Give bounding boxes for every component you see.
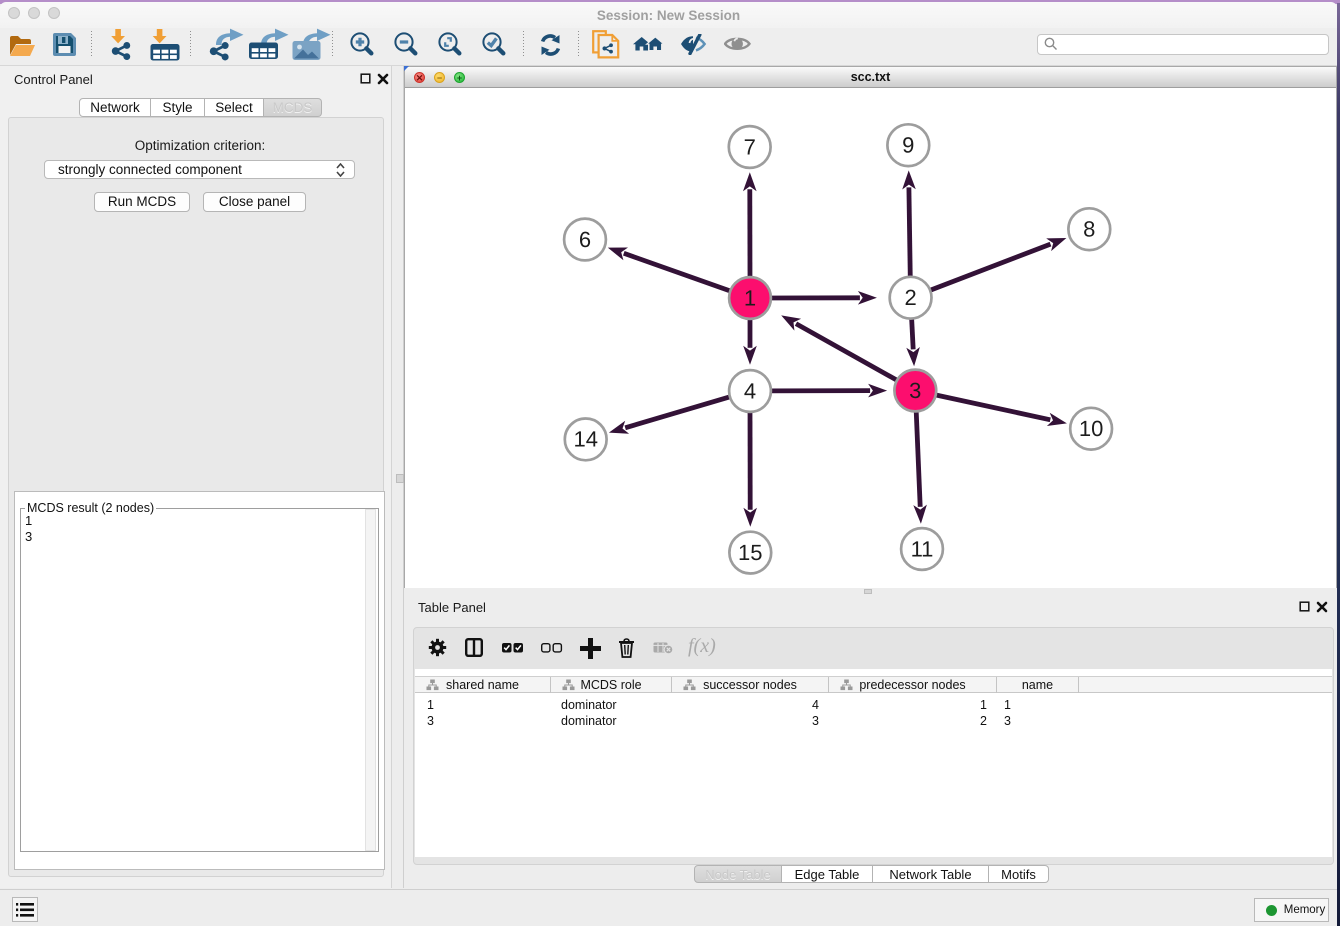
svg-text:2: 2 — [904, 285, 916, 310]
svg-text:8: 8 — [1083, 217, 1095, 242]
svg-text:3: 3 — [909, 378, 921, 403]
svg-text:14: 14 — [573, 427, 597, 452]
svg-text:1: 1 — [744, 285, 756, 310]
svg-text:9: 9 — [902, 133, 914, 158]
svg-text:7: 7 — [744, 134, 756, 159]
svg-text:15: 15 — [738, 540, 762, 565]
svg-text:6: 6 — [579, 227, 591, 252]
svg-text:10: 10 — [1079, 416, 1103, 441]
svg-text:11: 11 — [911, 536, 934, 561]
svg-text:4: 4 — [744, 378, 756, 403]
